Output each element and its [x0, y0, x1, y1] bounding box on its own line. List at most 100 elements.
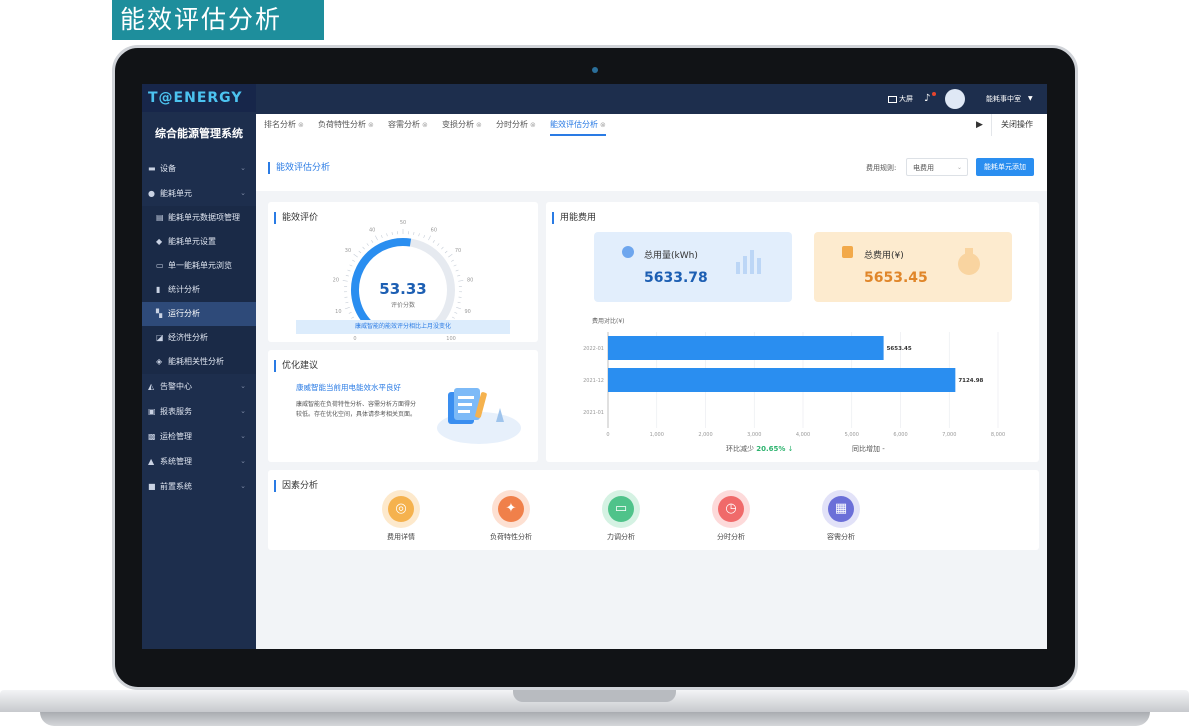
gauge-tick — [423, 235, 425, 239]
tab-item[interactable]: 能效评估分析 ⊗ — [550, 114, 606, 136]
gauge-tick-label: 50 — [400, 220, 406, 226]
screen-button[interactable]: 大屏 — [888, 84, 913, 114]
gauge-tick — [358, 250, 362, 254]
chart-y-tick-label: 2021-01 — [583, 410, 604, 416]
advice-card: 优化建议 康威智能当前用电能效水平良好 康威智能在负荷特性分析、容需分析方面得分… — [268, 350, 538, 462]
browse-icon: ▭ — [156, 261, 164, 270]
laptop-notch — [513, 690, 676, 702]
factor-item[interactable]: ✦ 负荷特性分析 — [468, 490, 554, 542]
gauge-tick — [454, 311, 458, 314]
tab-item[interactable]: 排名分析 ⊗ — [264, 114, 304, 136]
sidebar-item[interactable]: ▭ 单一能耗单元浏览 — [142, 254, 256, 278]
sidebar-item[interactable]: ▤ 能耗单元数据项管理 — [142, 206, 256, 230]
sidebar-item[interactable]: ◆ 能耗单元设置 — [142, 230, 256, 254]
close-icon[interactable]: ⊗ — [298, 121, 304, 129]
chevron-down-icon: ⌄ — [240, 164, 246, 172]
tab-scroll-right-icon[interactable]: ▶ — [976, 114, 983, 136]
close-icon[interactable]: ⊗ — [600, 121, 606, 129]
coins-icon: ◎ — [382, 490, 420, 528]
sidebar-item[interactable]: ◭ 告警中心 ⌄ — [142, 374, 256, 399]
tab-item[interactable]: 变损分析 ⊗ — [442, 114, 482, 136]
sidebar-item[interactable]: ▬ 设备 ⌄ — [142, 156, 256, 181]
gauge-tick — [348, 311, 352, 314]
factor-item[interactable]: ▦ 容需分析 — [798, 490, 884, 542]
gauge-tick — [441, 246, 444, 250]
advice-illustration-icon — [437, 388, 521, 444]
close-icon[interactable]: ⊗ — [422, 121, 428, 129]
user-name[interactable]: 能耗事中室 — [986, 84, 1021, 114]
chart-data-label: 5653.45 — [887, 346, 912, 352]
dot-icon: ● — [148, 189, 155, 198]
gauge-tick — [432, 240, 435, 243]
gauge-tick-label: 80 — [467, 277, 473, 283]
tab-label: 排名分析 — [264, 120, 296, 129]
gauge-tick — [418, 233, 420, 237]
tab-divider — [991, 114, 992, 136]
gauge-tick — [457, 275, 461, 277]
tab-item[interactable]: 容需分析 ⊗ — [388, 114, 428, 136]
gauge-tick — [349, 264, 353, 267]
sidebar-item[interactable]: ▩ 运检管理 ⌄ — [142, 424, 256, 449]
chart-bar[interactable] — [608, 336, 884, 360]
bell-icon[interactable]: ♪ — [924, 84, 930, 114]
sidebar-item-label: 告警中心 — [160, 382, 192, 391]
cost-card: 用能费用 总用量(kWh) 5633.78 总费用(¥) 5653.45 费用对… — [546, 202, 1039, 462]
gauge-tick — [413, 231, 415, 236]
tab-item[interactable]: 负荷特性分析 ⊗ — [318, 114, 374, 136]
mom-label: 环比减少 — [726, 445, 754, 453]
fee-rule-select[interactable]: 电费用 ⌄ — [906, 158, 968, 176]
tab-label: 分时分析 — [496, 120, 528, 129]
mom-value: 20.65% — [756, 445, 786, 453]
sidebar-item[interactable]: ▲ 系统管理 ⌄ — [142, 449, 256, 474]
add-unit-button[interactable]: 能耗单元添加 — [976, 158, 1034, 176]
chevron-down-icon[interactable]: ▼ — [1028, 84, 1033, 114]
factor-icon-glyph: ▭ — [608, 496, 634, 522]
gauge-tick — [386, 233, 388, 237]
close-icon[interactable]: ⊗ — [476, 121, 482, 129]
factor-label: 分时分析 — [717, 533, 745, 541]
lock-icon: ▲ — [148, 457, 155, 466]
app-logo[interactable]: T@ENERGY — [142, 84, 256, 112]
advice-body: 康威智能在负荷特性分析、容需分析方面得分较低。存在优化空间，具体请参考相关页面。 — [296, 401, 417, 418]
chart-x-tick-label: 1,000 — [650, 432, 664, 438]
page-title: 能效评估分析 — [268, 160, 330, 174]
sidebar-item-label: 能耗单元数据项管理 — [168, 213, 240, 222]
factor-item[interactable]: ◷ 分时分析 — [688, 490, 774, 542]
yoy-value: - — [882, 445, 885, 453]
close-icon[interactable]: ⊗ — [368, 121, 374, 129]
chart-bar[interactable] — [608, 368, 956, 392]
sidebar-item[interactable]: ▮ 统计分析 — [142, 278, 256, 302]
chevron-down-icon: ⌄ — [240, 432, 246, 440]
factor-icon-glyph: ✦ — [498, 496, 524, 522]
server-icon: ▬ — [148, 164, 156, 173]
gauge-tick — [362, 246, 365, 250]
gauge-tick-label: 100 — [446, 336, 456, 342]
total-cost-panel: 总费用(¥) 5653.45 — [814, 232, 1012, 302]
chart-x-tick-label: 4,000 — [796, 432, 810, 438]
gauge-tick — [375, 235, 378, 241]
gauge-tick — [451, 316, 455, 319]
sidebar-item[interactable]: ◪ 经济性分析 — [142, 326, 256, 350]
avatar[interactable] — [945, 89, 965, 109]
tab-item[interactable]: 分时分析 ⊗ — [496, 114, 536, 136]
close-icon[interactable]: ⊗ — [530, 121, 536, 129]
gauge-tick — [366, 243, 369, 246]
sidebar-item[interactable]: ■ 前置系统 ⌄ — [142, 474, 256, 499]
factor-label: 费用详情 — [387, 533, 415, 541]
gauge-tick — [457, 301, 461, 304]
fee-rule-value: 电费用 — [913, 164, 934, 172]
sidebar-item[interactable]: ◈ 能耗相关性分析 — [142, 350, 256, 374]
system-title: 综合能源管理系统 — [155, 127, 243, 140]
cost-bar-chart: 0 1,000 2,000 3,000 4,000 5,000 6,000 7,000 8,00… — [583, 332, 1005, 438]
chart-y-tick-label: 2021-12 — [583, 378, 604, 384]
sidebar-item[interactable]: ● 能耗单元 ⌄ — [142, 181, 256, 206]
sidebar-item[interactable]: ▚ 运行分析 — [142, 302, 256, 326]
sidebar-item[interactable]: ▣ 报表服务 ⌄ — [142, 399, 256, 424]
close-ops-button[interactable]: 关闭操作 — [1001, 114, 1033, 136]
factor-item[interactable]: ▭ 力调分析 — [578, 490, 664, 542]
factor-item[interactable]: ◎ 费用详情 — [358, 490, 444, 542]
page-title-text: 能效评估分析 — [276, 163, 331, 173]
laptop-base-bottom — [40, 712, 1150, 726]
main-content: 能效评估分析 费用规则: 电费用 ⌄ 能耗单元添加 能效评价 0 10 20 30 40… — [256, 136, 1047, 649]
cost-icon — [842, 246, 853, 258]
